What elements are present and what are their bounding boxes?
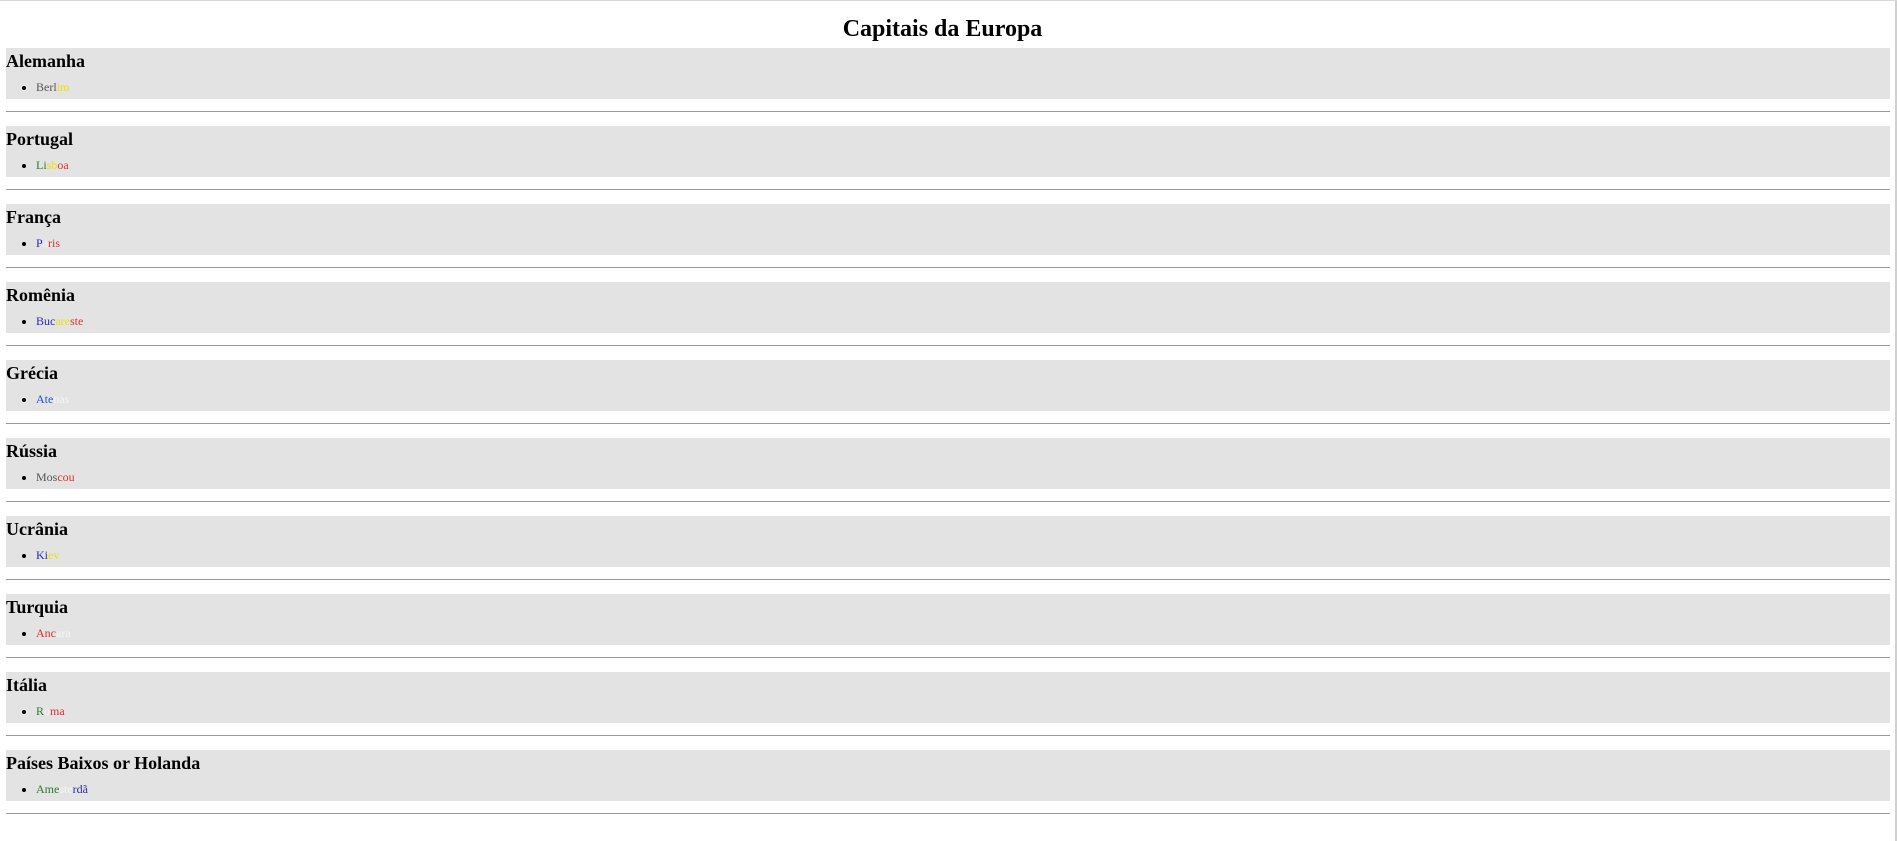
capital-text-part: Anc xyxy=(36,626,56,640)
capital-list: Ancara xyxy=(6,626,1890,640)
country-name: Romênia xyxy=(6,285,75,305)
country-box: Países Baixos or Holanda Amesterdã xyxy=(6,750,1890,801)
capital-text-part: Ame xyxy=(36,782,60,796)
country-section: França Paris xyxy=(6,204,1890,268)
page-title: Capitais da Europa xyxy=(842,16,1043,42)
country-name: Itália xyxy=(6,675,48,695)
country-box: França Paris xyxy=(6,204,1890,255)
capital-list: Berlim xyxy=(6,80,1890,94)
country-section: Grécia Atenas xyxy=(6,360,1890,424)
capital-text-part: Li xyxy=(36,158,47,172)
divider xyxy=(6,423,1890,424)
capital-text-part: nas xyxy=(53,392,70,406)
country-list: Alemanha Berlim Portugal Lisboa França Paris R… xyxy=(0,48,1897,814)
capital-item: Moscou xyxy=(36,470,1890,484)
capital-list: Paris xyxy=(6,236,1890,250)
capital-text-part: Berl xyxy=(36,80,57,94)
country-box: Rússia Moscou xyxy=(6,438,1890,489)
capital-list: Atenas xyxy=(6,392,1890,406)
country-name: Portugal xyxy=(6,129,73,149)
capital-text-part: are xyxy=(55,314,70,328)
capital-list: Lisboa xyxy=(6,158,1890,172)
capital-list: Moscou xyxy=(6,470,1890,484)
capital-item: Bucareste xyxy=(36,314,1890,328)
page: Capitais da Europa Alemanha Berlim Portuga… xyxy=(0,0,1897,841)
country-box: Portugal Lisboa xyxy=(6,126,1890,177)
capital-text-part: Buc xyxy=(36,314,56,328)
country-section: Países Baixos or Holanda Amesterdã xyxy=(6,750,1890,814)
capital-list: Roma xyxy=(6,704,1890,718)
capital-item: Roma xyxy=(36,704,1890,718)
country-section: Portugal Lisboa xyxy=(6,126,1890,190)
capital-text-part: oa xyxy=(57,158,69,172)
capital-text-part: ste xyxy=(59,782,73,796)
country-section: Ucrânia Kiev xyxy=(6,516,1890,580)
country-box: Grécia Atenas xyxy=(6,360,1890,411)
country-name: Grécia xyxy=(6,363,58,383)
capital-item: Paris xyxy=(36,236,1890,250)
divider xyxy=(6,345,1890,346)
country-box: Ucrânia Kiev xyxy=(6,516,1890,567)
capital-item: Amesterdã xyxy=(36,782,1890,796)
capital-text-part: R xyxy=(36,704,45,718)
capital-item: Lisboa xyxy=(36,158,1890,172)
capital-text-part: ara xyxy=(56,626,71,640)
capital-text-part: rdã xyxy=(72,782,88,796)
divider xyxy=(6,813,1890,814)
country-name: Alemanha xyxy=(6,51,86,71)
country-section: Itália Roma xyxy=(6,672,1890,736)
divider xyxy=(6,579,1890,580)
divider xyxy=(6,111,1890,112)
divider xyxy=(6,657,1890,658)
divider xyxy=(6,501,1890,502)
capital-list: Bucareste xyxy=(6,314,1890,328)
capital-text-part: ris xyxy=(48,236,61,250)
country-section: Turquia Ancara xyxy=(6,594,1890,658)
capital-text-part: sb xyxy=(46,158,58,172)
country-box: Romênia Bucareste xyxy=(6,282,1890,333)
capital-text-part: Ate xyxy=(36,392,54,406)
country-section: Romênia Bucareste xyxy=(6,282,1890,346)
country-name: Ucrânia xyxy=(6,519,68,539)
country-name: Rússia xyxy=(6,441,58,461)
capital-item: Atenas xyxy=(36,392,1890,406)
divider xyxy=(6,735,1890,736)
capital-list: Amesterdã xyxy=(6,782,1890,796)
capital-item: Kiev xyxy=(36,548,1890,562)
country-section: Rússia Moscou xyxy=(6,438,1890,502)
divider xyxy=(6,267,1890,268)
country-section: Alemanha Berlim xyxy=(6,48,1890,112)
capital-text-part: im xyxy=(56,80,70,94)
capital-text-part: Ki xyxy=(36,548,48,562)
capital-text-part: ma xyxy=(50,704,65,718)
capital-item: Berlim xyxy=(36,80,1890,94)
capital-list: Kiev xyxy=(6,548,1890,562)
capital-text-part: ev xyxy=(48,548,60,562)
divider xyxy=(6,189,1890,190)
country-box: Itália Roma xyxy=(6,672,1890,723)
country-box: Alemanha Berlim xyxy=(6,48,1890,99)
capital-text-part: ste xyxy=(70,314,84,328)
country-name: Turquia xyxy=(6,597,69,617)
capital-text-part: P xyxy=(36,236,43,250)
capital-text-part: cou xyxy=(57,470,75,484)
capital-text-part: Mos xyxy=(36,470,58,484)
country-box: Turquia Ancara xyxy=(6,594,1890,645)
country-name: França xyxy=(6,207,61,227)
capital-item: Ancara xyxy=(36,626,1890,640)
country-name: Países Baixos or Holanda xyxy=(6,753,201,773)
